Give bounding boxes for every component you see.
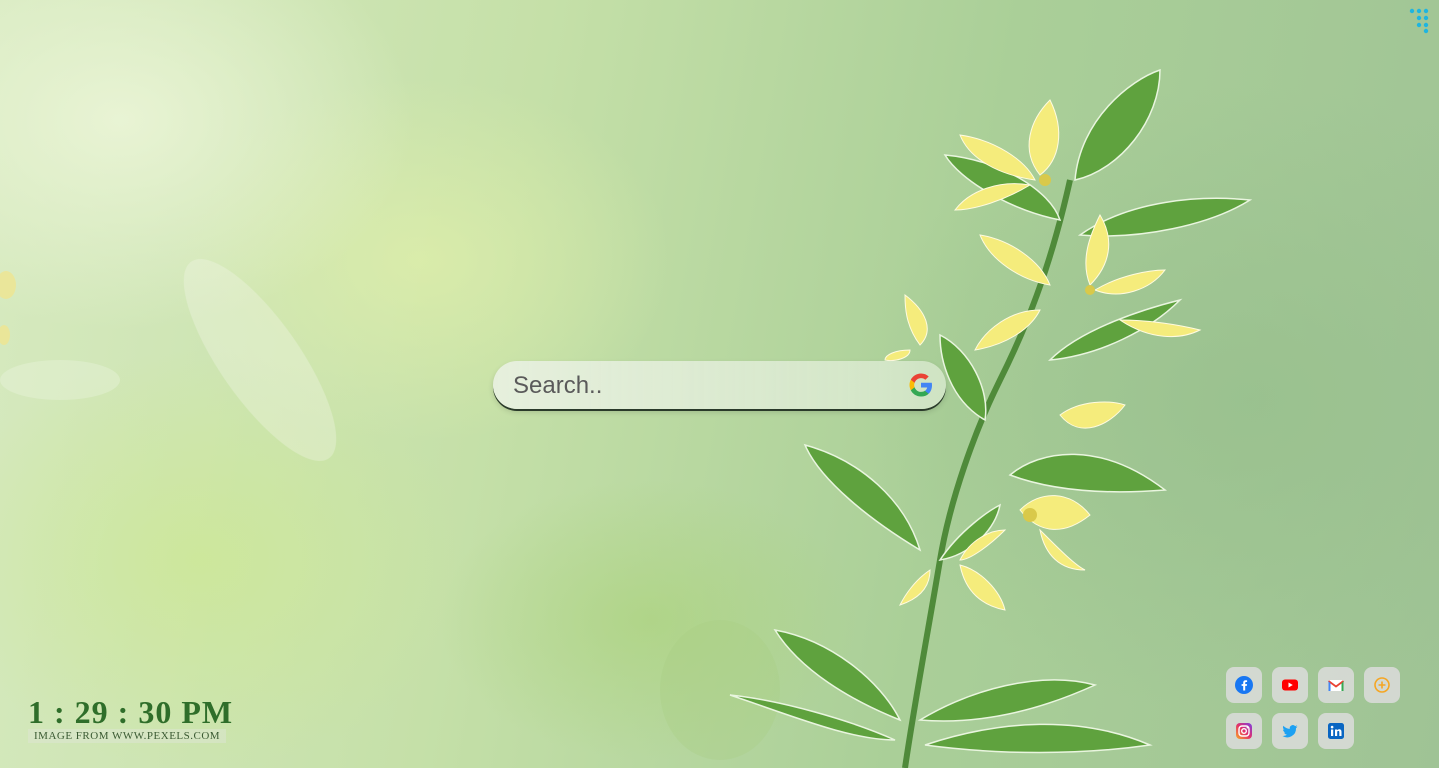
google-icon[interactable] — [904, 368, 938, 402]
linkedin-icon[interactable] — [1318, 713, 1354, 749]
search-bar — [493, 361, 946, 409]
facebook-icon[interactable] — [1226, 667, 1262, 703]
gmail-icon[interactable] — [1318, 667, 1354, 703]
instagram-icon[interactable] — [1226, 713, 1262, 749]
youtube-icon[interactable] — [1272, 667, 1308, 703]
twitter-icon[interactable] — [1272, 713, 1308, 749]
search-input[interactable] — [511, 369, 895, 403]
dots-grid-icon[interactable] — [1409, 8, 1433, 34]
image-credit: IMAGE FROM WWW.PEXELS.COM — [28, 729, 227, 743]
add-icon[interactable] — [1364, 667, 1400, 703]
clock-time: 1 : 29 : 30 PM — [28, 694, 234, 730]
